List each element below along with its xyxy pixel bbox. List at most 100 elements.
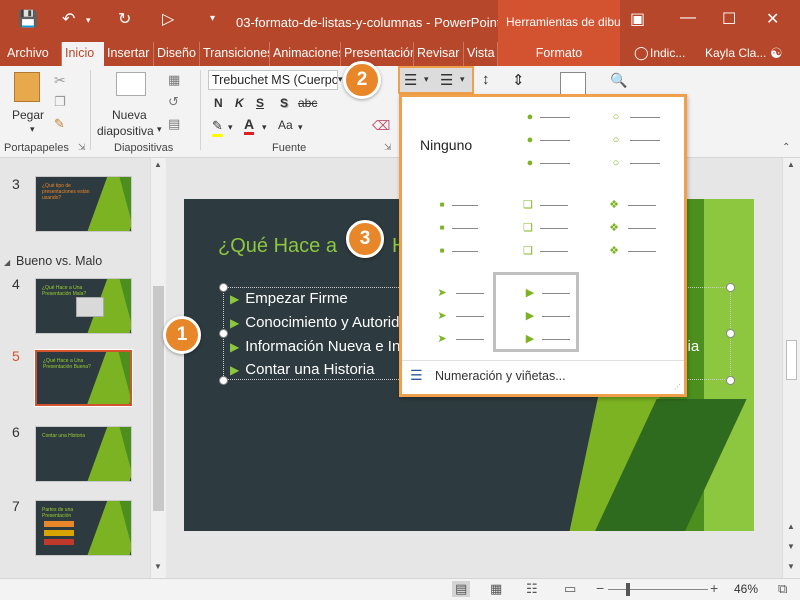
share-icon[interactable]: ☯ xyxy=(770,45,783,62)
change-case-dropdown-icon[interactable]: ▾ xyxy=(298,122,303,133)
bullets-and-numbering-option[interactable]: ☰ Numeración y viñetas... ⋰ xyxy=(402,360,684,394)
slide-thumbnail-5[interactable]: ¿Qué Hace a Una Presentación Buena? xyxy=(34,349,133,407)
undo-icon[interactable]: ↶ xyxy=(62,9,75,29)
tab-diseno[interactable]: Diseño xyxy=(154,42,200,66)
bullet-item[interactable]: ▶ Contar una Historia xyxy=(230,361,374,378)
bullet-style-square[interactable]: ■ ■ ■ xyxy=(428,189,514,269)
resize-handle[interactable] xyxy=(219,329,228,338)
new-slide-label-1[interactable]: Nueva xyxy=(112,108,147,122)
italic-button[interactable]: K xyxy=(235,96,244,110)
tab-animaciones[interactable]: Animaciones xyxy=(270,42,341,66)
tab-archivo[interactable]: Archivo xyxy=(4,42,62,66)
tab-formato[interactable]: Formato xyxy=(498,42,620,66)
customize-quick-access-icon[interactable]: ▾ xyxy=(210,13,215,24)
bullet-item[interactable]: ▶ Empezar Firme xyxy=(230,290,348,307)
clipboard-launcher-icon[interactable]: ⇲ xyxy=(78,142,86,153)
reset-icon[interactable]: ↺ xyxy=(168,94,179,110)
shadow-button[interactable]: S xyxy=(280,96,288,110)
change-case-button[interactable]: Aa xyxy=(278,118,293,132)
minimize-icon[interactable]: — xyxy=(680,9,696,27)
font-color-icon[interactable]: A xyxy=(244,116,255,135)
scroll-up-icon[interactable]: ▲ xyxy=(154,160,162,169)
slide-title[interactable]: ¿Qué Hace a xyxy=(218,235,337,258)
zoom-slider-thumb[interactable] xyxy=(626,583,630,596)
save-icon[interactable]: 💾 xyxy=(18,9,38,29)
bullet-style-dot[interactable]: ● ● ● xyxy=(502,101,588,181)
highlight-dropdown-icon[interactable]: ▾ xyxy=(228,122,233,133)
tab-vista[interactable]: Vista xyxy=(464,42,498,66)
slide-scrollbar[interactable]: ▲ ▲ ▼ ▼ xyxy=(782,158,800,578)
resize-handle[interactable] xyxy=(219,376,228,385)
collapse-ribbon-icon[interactable]: ⌃ xyxy=(782,142,790,153)
resize-handle[interactable] xyxy=(726,283,735,292)
next-slide-icon[interactable]: ▼ xyxy=(787,542,795,551)
paste-button[interactable]: Pegar xyxy=(12,108,44,122)
numbering-dropdown-icon[interactable]: ▾ xyxy=(460,74,465,85)
find-icon[interactable]: 🔍 xyxy=(610,72,627,89)
fit-to-window-icon[interactable]: ⧉ xyxy=(778,581,787,597)
zoom-slider[interactable] xyxy=(608,589,708,590)
scrollbar-thumb[interactable] xyxy=(786,340,797,380)
font-name-combobox[interactable]: Trebuchet MS (Cuerpo xyxy=(208,70,338,90)
prev-slide-icon[interactable]: ▲ xyxy=(787,522,795,531)
new-slide-label-2[interactable]: diapositiva xyxy=(97,124,154,138)
zoom-in-icon[interactable]: + xyxy=(710,580,718,596)
section-collapse-icon[interactable]: ◢ xyxy=(4,258,10,267)
bullet-style-hollow-circle[interactable]: ○ ○ ○ xyxy=(592,101,678,181)
font-color-dropdown-icon[interactable]: ▾ xyxy=(262,122,267,133)
bullet-style-hollow-square[interactable]: ❏ ❏ ❏ xyxy=(512,189,598,269)
close-icon[interactable]: ✕ xyxy=(766,9,779,29)
bullet-style-triangle-selected[interactable]: ▶ ▶ ▶ xyxy=(493,272,579,352)
numbering-icon[interactable]: ☰ xyxy=(440,71,453,89)
slide-thumbnail-3[interactable]: ¿Qué tipo de presentaciones están usando… xyxy=(35,176,132,232)
text-direction-icon[interactable]: ⇕ xyxy=(512,71,525,89)
line-spacing-icon[interactable]: ↕ xyxy=(482,71,490,88)
resize-grip-icon[interactable]: ⋰ xyxy=(674,383,681,391)
resize-handle[interactable] xyxy=(219,283,228,292)
bold-button[interactable]: N xyxy=(214,96,223,110)
resize-handle[interactable] xyxy=(726,329,735,338)
tell-me-search[interactable]: Indic... xyxy=(650,46,685,60)
bullets-icon[interactable]: ☰ xyxy=(404,71,417,89)
scroll-up-icon[interactable]: ▲ xyxy=(787,160,795,169)
copy-icon[interactable]: ❐ xyxy=(54,94,66,110)
maximize-icon[interactable]: ☐ xyxy=(722,9,736,29)
paste-icon[interactable] xyxy=(14,72,40,102)
tab-inicio[interactable]: Inicio xyxy=(62,42,104,66)
undo-dropdown-icon[interactable]: ▾ xyxy=(86,15,91,26)
scroll-down-icon[interactable]: ▼ xyxy=(154,562,162,571)
layout-icon[interactable]: ▦ xyxy=(168,72,180,88)
scroll-down-icon[interactable]: ▼ xyxy=(787,562,795,571)
ribbon-display-options-icon[interactable]: ▣ xyxy=(630,9,645,29)
zoom-level[interactable]: 46% xyxy=(734,582,758,596)
user-name[interactable]: Kayla Cla... xyxy=(705,46,766,60)
clear-formatting-icon[interactable]: ⌫ xyxy=(372,118,390,134)
new-slide-icon[interactable] xyxy=(116,72,146,96)
cut-icon[interactable]: ✂ xyxy=(54,72,66,89)
tab-revisar[interactable]: Revisar xyxy=(414,42,464,66)
redo-icon[interactable]: ↻ xyxy=(118,9,131,29)
bullet-style-none[interactable]: Ninguno xyxy=(406,101,492,181)
slide-thumbnail-4[interactable]: ¿Qué Hace a Una Presentación Mala? xyxy=(35,278,132,334)
strikethrough-button[interactable]: abc xyxy=(298,96,317,110)
slide-sorter-icon[interactable]: ▦ xyxy=(490,581,502,597)
normal-view-icon[interactable]: ▤ xyxy=(452,581,471,597)
format-painter-icon[interactable]: ✎ xyxy=(54,116,65,132)
bullet-item[interactable]: ▶ Conocimiento y Autorid xyxy=(230,314,399,331)
paste-dropdown-icon[interactable]: ▾ xyxy=(30,124,35,135)
tab-transiciones[interactable]: Transiciones xyxy=(200,42,270,66)
slide-thumbnail-7[interactable]: Partes de una Presentación xyxy=(35,500,132,556)
underline-button[interactable]: S xyxy=(256,96,264,110)
start-presentation-icon[interactable]: ▷ xyxy=(162,9,174,29)
reading-view-icon[interactable]: ☷ xyxy=(526,581,538,597)
slideshow-icon[interactable]: ▭ xyxy=(564,581,576,597)
scrollbar-thumb[interactable] xyxy=(153,286,164,511)
resize-handle[interactable] xyxy=(726,376,735,385)
highlight-icon[interactable]: ✎ xyxy=(212,118,223,137)
bullet-style-four-diamond[interactable]: ❖ ❖ ❖ xyxy=(598,189,684,269)
bullets-dropdown-icon[interactable]: ▾ xyxy=(424,74,429,85)
font-launcher-icon[interactable]: ⇲ xyxy=(384,142,392,153)
slide-thumbnail-6[interactable]: Contar una Historia xyxy=(35,426,132,482)
section-label[interactable]: Bueno vs. Malo xyxy=(16,254,102,268)
bullet-item[interactable]: ▶ Información Nueva e In xyxy=(230,338,400,355)
